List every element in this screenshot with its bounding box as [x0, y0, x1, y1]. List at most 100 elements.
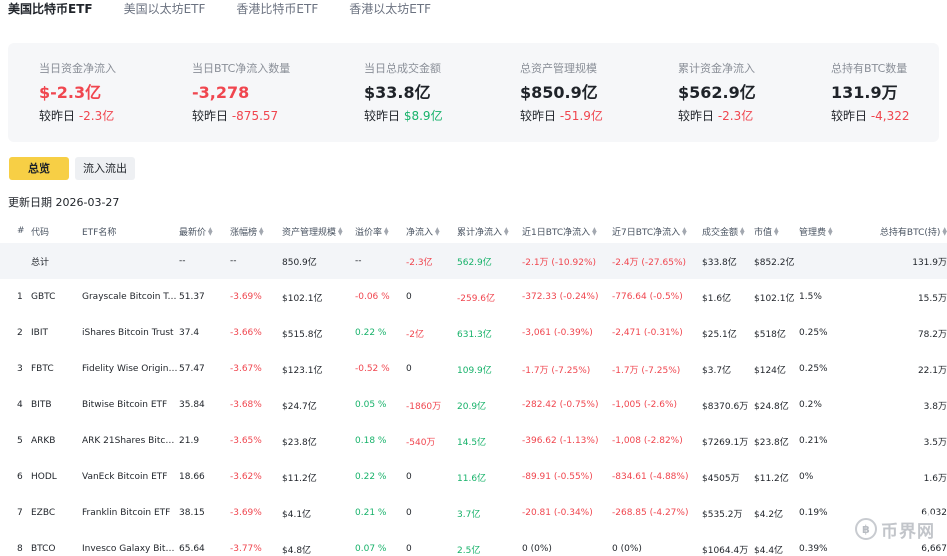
table-cell — [0, 243, 31, 279]
sort-arrows-icon[interactable]: ▲ ▼ — [740, 227, 745, 237]
table-cell: 38.15 — [179, 508, 205, 518]
sort-arrows-icon[interactable]: ▲ ▼ — [384, 227, 389, 237]
table-row[interactable]: 5 ARKB ARK 21Shares Bitcoin ETF21.9 -3.65% $… — [0, 423, 947, 459]
table-cell: 109.9亿 — [457, 365, 492, 376]
table-cell — [799, 243, 844, 279]
sort-arrows-icon[interactable]: ▲ ▼ — [592, 227, 597, 237]
table-cell: Franklin Bitcoin ETF — [82, 508, 171, 518]
summary-card-volume: 当日总成交金额 $33.8亿 较昨日 $8.9亿 — [364, 62, 443, 124]
summary-label: 总资产管理规模 — [520, 62, 597, 75]
coin-logo-icon: ฿ — [855, 518, 877, 540]
tab-us-eth-etf[interactable]: 美国以太坊ETF — [124, 0, 206, 20]
column-header-label: 近1日BTC净流入 — [522, 227, 591, 238]
table-cell: 51.37 — [179, 292, 205, 302]
table-cell: $4.1亿 — [282, 509, 312, 520]
table-cell: 1.6万 — [923, 473, 947, 484]
table-cell: BITB — [31, 400, 52, 410]
column-header[interactable]: 净流入 ▲ ▼ — [406, 219, 457, 243]
table-cell: 20.9亿 — [457, 401, 487, 412]
column-header[interactable]: 近7日BTC净流入 ▲ ▼ — [612, 219, 702, 243]
summary-label: 当日BTC净流入数量 — [192, 62, 291, 75]
tab-hk-btc-etf[interactable]: 香港比特币ETF — [236, 0, 318, 20]
tab-hk-eth-etf[interactable]: 香港以太坊ETF — [349, 0, 431, 20]
column-header[interactable]: 资产管理规模 ▲ ▼ — [282, 219, 355, 243]
table-row[interactable]: 8 BTCO Invesco Galaxy Bitcoin ETF65.64 -3.7… — [0, 531, 947, 556]
table-cell: $1064.4万 — [702, 545, 749, 556]
table-cell: 0 — [406, 472, 412, 482]
table-row[interactable]: 3 FBTC Fidelity Wise Origin Bitcoin Fund57… — [0, 351, 947, 387]
table-cell: $7269.1万 — [702, 437, 749, 448]
table-cell: 0 — [406, 544, 412, 554]
table-cell: $11.2亿 — [282, 473, 317, 484]
table-row[interactable]: 7 EZBC Franklin Bitcoin ETF 38.15 -3.69% $4.1… — [0, 495, 947, 531]
column-header[interactable]: 近1日BTC净流入 ▲ ▼ — [522, 219, 612, 243]
table-row[interactable]: 6 HODL VanEck Bitcoin ETF 18.66 -3.62% $11.2亿… — [0, 459, 947, 495]
table-row[interactable]: 4 BITB Bitwise Bitcoin ETF 35.84 -3.68% $24.7… — [0, 387, 947, 423]
summary-value: $33.8亿 — [364, 83, 431, 102]
column-header[interactable]: 溢价率 ▲ ▼ — [355, 219, 406, 243]
table-cell: 0.18 % — [355, 436, 387, 446]
table-cell: 21.9 — [179, 436, 200, 446]
table-row[interactable]: 1 GBTC Grayscale Bitcoin Trust 51.37 -3.69% $… — [0, 279, 947, 315]
overview-button[interactable]: 总览 — [9, 157, 69, 180]
table-cell: $124亿 — [754, 365, 786, 376]
tab-us-btc-etf[interactable]: 美国比特币ETF — [8, 0, 93, 20]
column-header[interactable]: 管理费 ▲ ▼ — [799, 219, 844, 243]
table-cell: -0.06 % — [355, 292, 390, 302]
summary-value: $-2.3亿 — [39, 83, 102, 102]
column-header[interactable]: 涨幅榜 ▲ ▼ — [230, 219, 282, 243]
summary-card-aum: 总资产管理规模 $850.9亿 较昨日 -51.9亿 — [520, 62, 603, 124]
table-cell: 0 (0%) — [612, 544, 642, 554]
table-cell: -- — [355, 243, 406, 279]
table-cell: $23.8亿 — [282, 437, 317, 448]
table-cell: 4 — [17, 400, 23, 410]
table-cell: 0 (0%) — [522, 544, 552, 554]
column-header[interactable]: 累计净流入 ▲ ▼ — [457, 219, 522, 243]
table-cell: 35.84 — [179, 400, 205, 410]
column-header-label: 成交金额 — [702, 227, 739, 238]
table-cell: 总计 — [31, 243, 82, 279]
column-header[interactable]: 总持有BTC(持) ▲ ▼ — [844, 219, 947, 243]
column-header[interactable]: 成交金额 ▲ ▼ — [702, 219, 754, 243]
table-cell: 0.25% — [799, 364, 828, 374]
table-cell: 57.47 — [179, 364, 205, 374]
column-header-label: # — [17, 226, 25, 236]
table-cell: -3.68% — [230, 400, 262, 410]
sort-arrows-icon[interactable]: ▲ ▼ — [504, 227, 509, 237]
column-header: 代码 — [31, 219, 82, 243]
sort-arrows-icon[interactable]: ▲ ▼ — [682, 227, 687, 237]
sort-arrows-icon[interactable]: ▲ ▼ — [259, 227, 264, 237]
table-cell: 131.9万 — [844, 243, 947, 279]
table-cell: $25.1亿 — [702, 329, 737, 340]
table-cell: $4.2亿 — [754, 509, 784, 520]
sort-arrows-icon[interactable]: ▲ ▼ — [942, 227, 947, 237]
column-header-label: 涨幅榜 — [230, 227, 258, 238]
table-cell: -3.69% — [230, 508, 262, 518]
table-cell: $11.2亿 — [754, 473, 789, 484]
update-date: 更新日期 2026-03-27 — [8, 196, 120, 209]
sort-arrows-icon[interactable]: ▲ ▼ — [828, 227, 833, 237]
column-header-label: 总持有BTC(持) — [879, 227, 941, 238]
table-cell: -2,471 (-0.31%) — [612, 328, 683, 338]
sort-arrows-icon[interactable]: ▲ ▼ — [338, 227, 343, 237]
summary-value: -3,278 — [192, 83, 250, 102]
table-cell: -1.7万 (-7.25%) — [612, 365, 681, 376]
table-cell: $102.1亿 — [282, 293, 323, 304]
table-cell: 0.05 % — [355, 400, 387, 410]
sort-arrows-icon[interactable]: ▲ ▼ — [208, 227, 213, 237]
table-cell: -3,061 (-0.39%) — [522, 328, 593, 338]
sort-arrows-icon[interactable]: ▲ ▼ — [435, 227, 440, 237]
table-cell: -89.91 (-0.55%) — [522, 472, 593, 482]
sort-arrows-icon[interactable]: ▲ ▼ — [774, 227, 779, 237]
column-header[interactable]: 市值 ▲ ▼ — [754, 219, 799, 243]
table-row[interactable]: 2 IBIT iShares Bitcoin Trust 37.4 -3.66% $515… — [0, 315, 947, 351]
table-total-row[interactable]: 总计 -- -- 850.9亿 -- -2.3亿 562.9亿 -2.1万 (-10.92%)… — [0, 243, 947, 279]
table-cell: 22.1万 — [917, 365, 947, 376]
summary-value: $850.9亿 — [520, 83, 598, 102]
column-header[interactable]: 最新价 ▲ ▼ — [179, 219, 230, 243]
table-cell: Bitwise Bitcoin ETF — [82, 400, 168, 410]
inflow-outflow-button[interactable]: 流入流出 — [75, 157, 135, 180]
table-cell: 3 — [17, 364, 23, 374]
table-cell: $102.1亿 — [754, 293, 795, 304]
column-header-label: ETF名称 — [82, 227, 117, 238]
